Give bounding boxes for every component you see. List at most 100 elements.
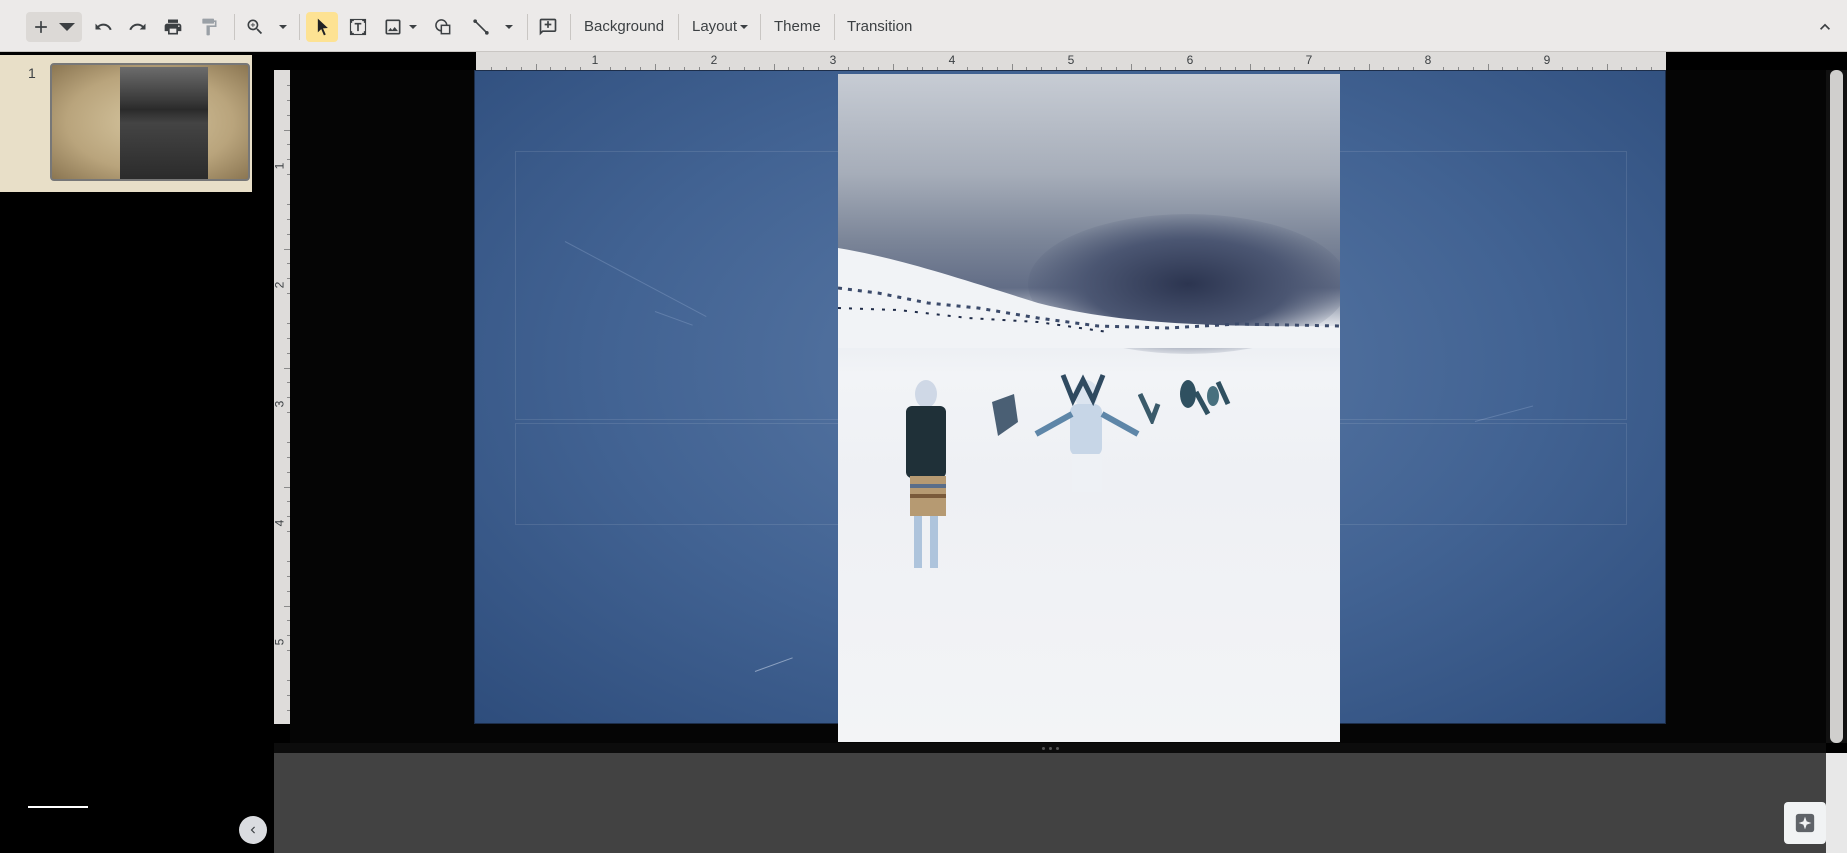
- ruler-label: 1: [591, 53, 599, 67]
- ruler-tick: [284, 605, 290, 607]
- zoom-dropdown[interactable]: [274, 12, 292, 42]
- toolbar-separator: [299, 14, 300, 40]
- ruler-tick: [287, 352, 290, 354]
- chevron-down-icon[interactable]: [57, 17, 77, 37]
- ruler-label: 4: [948, 53, 956, 67]
- ruler-label: 3: [829, 53, 837, 67]
- ruler-label: 6: [1186, 53, 1194, 67]
- filmstrip-scroll-indicator: [28, 806, 88, 808]
- thumbnail-photo: [120, 67, 208, 179]
- ruler-tick: [287, 516, 290, 518]
- undo-icon: [93, 17, 113, 37]
- ruler-tick: [287, 620, 290, 622]
- explore-button[interactable]: [1784, 802, 1826, 844]
- ruler-tick: [287, 337, 290, 339]
- image-dropdown[interactable]: [404, 12, 422, 42]
- notes-resize-handle[interactable]: [274, 743, 1826, 753]
- ruler-tick: [287, 233, 290, 235]
- select-arrow-icon: [312, 17, 332, 37]
- filmstrip: 1: [0, 52, 272, 853]
- ruler-tick: [287, 218, 290, 220]
- add-comment-button[interactable]: [535, 12, 561, 42]
- slide-number: 1: [28, 65, 36, 81]
- ruler-tick: [287, 114, 290, 116]
- slide-thumbnail[interactable]: [50, 63, 250, 181]
- ruler-tick: [284, 129, 290, 131]
- ruler-tick: [287, 99, 290, 101]
- undo-button[interactable]: [90, 12, 116, 42]
- comment-add-icon: [538, 17, 558, 37]
- ruler-tick: [287, 590, 290, 592]
- ruler-tick: [287, 560, 290, 562]
- redo-icon: [128, 17, 148, 37]
- ruler-tick: [287, 203, 290, 205]
- background-button[interactable]: Background: [580, 12, 668, 42]
- ruler-tick: [287, 397, 290, 399]
- ruler-tick: [287, 263, 290, 265]
- image-icon: [383, 17, 403, 37]
- speaker-notes-panel[interactable]: [274, 753, 1826, 853]
- paint-format-button[interactable]: [196, 12, 222, 42]
- redo-button[interactable]: [125, 12, 151, 42]
- ruler-label: 1: [272, 162, 287, 170]
- notes-scrollbar[interactable]: [1826, 753, 1847, 853]
- filmstrip-slide-1[interactable]: 1: [0, 55, 252, 192]
- ruler-tick: [287, 650, 290, 652]
- ruler-label: 3: [272, 400, 287, 408]
- ruler-tick: [284, 367, 290, 369]
- transition-button[interactable]: Transition: [843, 12, 916, 42]
- slide-image[interactable]: [838, 74, 1340, 742]
- ruler-label: 7: [1305, 53, 1313, 67]
- line-dropdown[interactable]: [500, 12, 518, 42]
- ruler-label: 5: [1067, 53, 1075, 67]
- ruler-tick: [287, 322, 290, 324]
- ruler-tick: [287, 293, 290, 295]
- scrollbar-thumb[interactable]: [1830, 70, 1843, 743]
- toolbar-separator: [678, 14, 679, 40]
- chevron-down-icon: [739, 22, 749, 32]
- line-icon: [471, 17, 491, 37]
- collapse-filmstrip-button[interactable]: [239, 816, 267, 844]
- insert-image-button[interactable]: [380, 12, 406, 42]
- select-tool-button[interactable]: [306, 12, 338, 42]
- new-slide-button[interactable]: [26, 12, 82, 42]
- shape-button[interactable]: [430, 12, 456, 42]
- paint-format-icon: [199, 17, 219, 37]
- ruler-tick: [284, 486, 290, 488]
- ruler-tick: [287, 159, 290, 161]
- print-button[interactable]: [160, 12, 186, 42]
- ruler-tick: [287, 709, 290, 711]
- layout-button[interactable]: Layout: [688, 12, 753, 42]
- text-box-icon: [348, 17, 368, 37]
- ruler-tick: [287, 412, 290, 414]
- zoom-icon: [245, 17, 265, 37]
- text-box-button[interactable]: [345, 12, 371, 42]
- chevron-down-icon: [504, 22, 514, 32]
- toolbar: Background Layout Theme Transition: [0, 0, 1847, 52]
- toolbar-separator: [834, 14, 835, 40]
- theme-button[interactable]: Theme: [770, 12, 825, 42]
- collapse-up-icon: [1815, 17, 1835, 37]
- zoom-button[interactable]: [242, 12, 268, 42]
- ruler-tick: [287, 679, 290, 681]
- line-button[interactable]: [468, 12, 494, 42]
- ruler-tick: [287, 694, 290, 696]
- ruler-label: 8: [1424, 53, 1432, 67]
- ruler-tick: [287, 382, 290, 384]
- ruler-tick: [287, 144, 290, 146]
- ruler-tick: [287, 501, 290, 503]
- vertical-ruler[interactable]: 1 2 3 4 5: [272, 70, 290, 724]
- toolbar-separator: [234, 14, 235, 40]
- ruler-tick: [287, 456, 290, 458]
- add-icon: [31, 17, 51, 37]
- toolbar-separator: [570, 14, 571, 40]
- chevron-down-icon: [408, 22, 418, 32]
- collapse-toolbar-button[interactable]: [1812, 12, 1838, 42]
- horizontal-ruler[interactable]: 1 2 3 4 5 6 7 8 9: [476, 52, 1666, 70]
- toolbar-separator: [527, 14, 528, 40]
- ruler-label: 5: [272, 638, 287, 646]
- workspace-scrollbar[interactable]: [1826, 70, 1847, 743]
- layout-label: Layout: [692, 18, 738, 35]
- shape-icon: [433, 17, 453, 37]
- chevron-left-icon: [246, 823, 260, 837]
